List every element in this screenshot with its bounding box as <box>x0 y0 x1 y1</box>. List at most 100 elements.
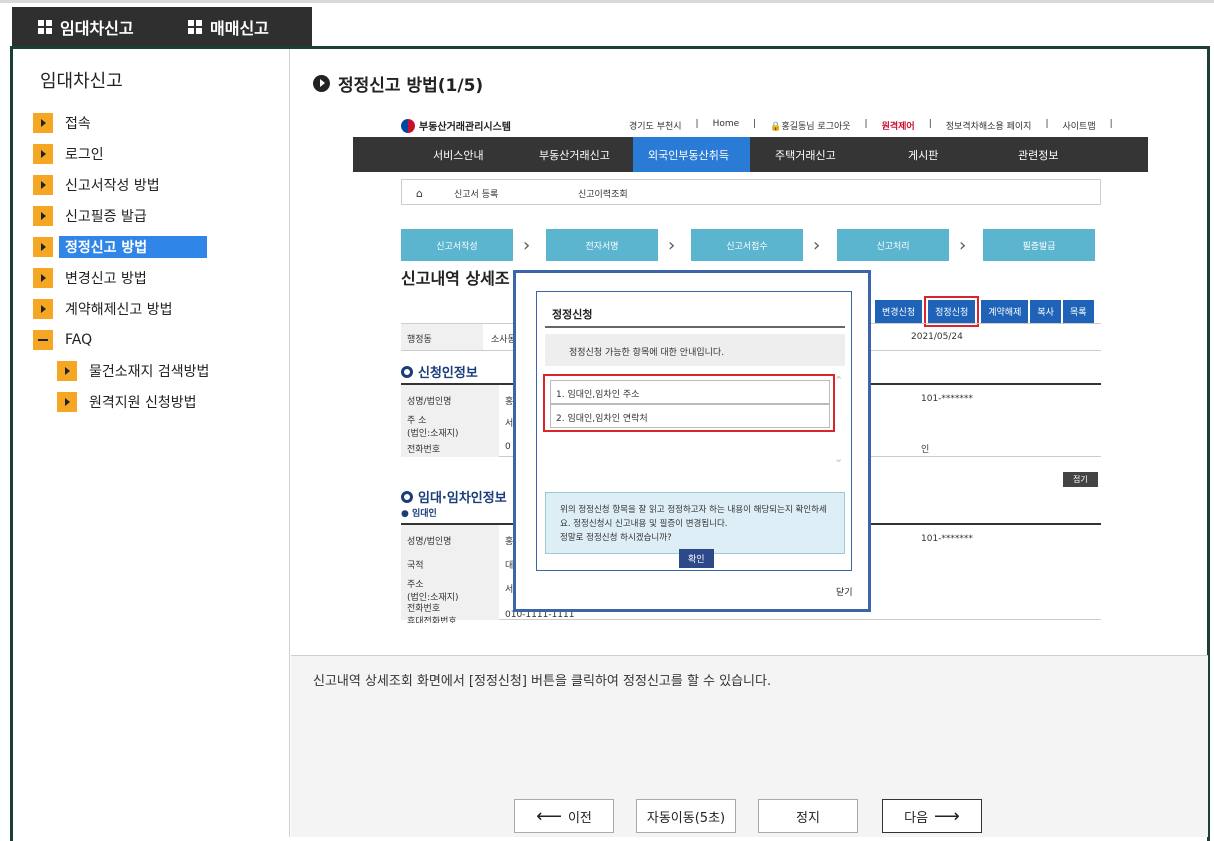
sidebar-item-label: 신고필증 발급 <box>65 208 147 225</box>
tab-label: 매매신고 <box>210 19 269 38</box>
sidebar-item-label: 물건소재지 검색방법 <box>89 363 210 380</box>
step: 필증발급 <box>983 229 1095 261</box>
list-item: 1. 임대인,임차인 주소 <box>550 380 830 404</box>
sidebar-item-address-search[interactable]: 물건소재지 검색방법 <box>33 355 209 386</box>
list-button: 목록 <box>1062 300 1094 323</box>
sidebar-item-change[interactable]: 변경신고 방법 <box>33 262 209 293</box>
modal-info: 정정신청 가능한 항목에 대한 안내입니다. <box>545 334 845 366</box>
arrow-left-icon: ⟵ <box>536 805 562 827</box>
sidebar-item-certificate[interactable]: 신고필증 발급 <box>33 200 209 231</box>
arrow-right-icon <box>33 143 53 164</box>
nav-item: 부동산거래신고 <box>539 149 610 162</box>
list-item: 2. 임대인,임차인 연락처 <box>550 404 830 428</box>
copy-button: 복사 <box>1030 300 1061 323</box>
grid-icon <box>188 20 202 34</box>
sidebar-item-cancel-contract[interactable]: 계약해제신고 방법 <box>33 293 209 324</box>
fold-button: 접기 <box>1063 472 1098 487</box>
sidebar-item-write-report[interactable]: 신고서작성 방법 <box>33 169 209 200</box>
correction-item-list: 1. 임대인,임차인 주소 2. 임대인,임차인 연락처 <box>543 374 835 432</box>
sidebar-item-connect[interactable]: 접속 <box>33 107 209 138</box>
step: 전자서명 <box>546 229 658 261</box>
header-link: Home <box>712 119 740 129</box>
process-steps: 신고서작성 › 전자서명 › 신고서접수 › 신고처리 › 필증발급 <box>401 229 1101 261</box>
chevron-right-icon: › <box>668 235 676 256</box>
top-border <box>0 0 1214 3</box>
sidebar-item-correction[interactable]: 정정신고 방법 <box>33 231 209 262</box>
header-link: 원격제어 <box>881 122 915 132</box>
tab-lease-report[interactable]: 임대차신고 <box>12 7 162 47</box>
section-heading: 신청인정보 <box>401 362 478 381</box>
chevron-right-icon: › <box>523 235 531 256</box>
section-heading: 임대·임차인정보 <box>401 487 507 506</box>
divider <box>545 326 845 328</box>
description-text: 신고내역 상세조회 화면에서 [정정신청] 버튼을 클릭하여 정정신고를 할 수… <box>313 674 772 689</box>
arrow-right-icon <box>33 298 53 319</box>
page-title: 정정신고 방법(1/5) <box>313 71 483 96</box>
prev-button[interactable]: ⟵ 이전 <box>514 799 614 833</box>
stop-button[interactable]: 정지 <box>758 799 858 833</box>
sidebar-item-label: 신고서작성 방법 <box>65 177 160 194</box>
header-link: 정보격차해소용 페이지 <box>945 122 1032 132</box>
tab-sale-report[interactable]: 매매신고 <box>162 7 312 47</box>
correction-request-button: 정정신청 <box>924 296 980 327</box>
arrow-right-icon <box>33 174 53 195</box>
header-link: 사이트맵 <box>1062 122 1096 132</box>
sidebar-item-label: 정정신고 방법 <box>59 235 208 258</box>
arrow-right-icon <box>33 112 53 133</box>
header-link: 경기도 부천시 <box>629 122 682 132</box>
arrow-right-icon <box>33 205 53 226</box>
sidebar-menu: 접속 로그인 신고서작성 방법 신고필증 발급 정정신고 방법 변경신고 방법 … <box>33 107 209 417</box>
arrow-right-icon <box>33 236 53 257</box>
close-button: 닫기 <box>836 588 853 598</box>
scrollbar: ⌃ ⌄ <box>834 374 844 465</box>
correction-modal: 정정신청 정정신청 가능한 항목에 대한 안내입니다. 1. 임대인,임차인 주… <box>513 270 871 612</box>
sub-section-heading: ● 임대인 <box>401 509 437 519</box>
sidebar-item-remote-support[interactable]: 원격지원 신청방법 <box>33 386 209 417</box>
sidebar: 임대차신고 접속 로그인 신고서작성 방법 신고필증 발급 정정신고 방법 변경… <box>13 49 290 837</box>
modal-panel: 정정신청 정정신청 가능한 항목에 대한 안내입니다. 1. 임대인,임차인 주… <box>536 291 852 571</box>
breadcrumb-item: 신고이력조회 <box>578 190 628 200</box>
sidebar-item-label: 접속 <box>65 115 91 132</box>
minus-icon <box>33 329 53 350</box>
top-tabs: 임대차신고 매매신고 <box>12 7 312 47</box>
tab-label: 임대차신고 <box>60 19 134 38</box>
play-circle-icon <box>313 75 330 92</box>
nav-item: 게시판 <box>908 149 939 162</box>
sidebar-title: 임대차신고 <box>40 71 123 92</box>
chevron-right-icon: › <box>959 235 967 256</box>
nav-item: 외국인부동산취득 <box>648 149 729 162</box>
step: 신고서작성 <box>401 229 513 261</box>
grid-icon <box>38 20 52 34</box>
site-header: 부동산거래관리시스템 경기도 부천시 | Home | 🔒홍길동님 로그아웃 | 원격… <box>353 113 1148 137</box>
next-button[interactable]: 다음 ⟶ <box>882 799 982 833</box>
chevron-right-icon: › <box>813 235 821 256</box>
cancel-contract-button: 계약해제 <box>981 300 1029 323</box>
breadcrumb-item: 신고서 등록 <box>454 190 499 200</box>
auto-advance-button[interactable]: 자동이동(5초) <box>636 799 736 833</box>
emblem-icon <box>401 118 415 133</box>
sidebar-item-login[interactable]: 로그인 <box>33 138 209 169</box>
home-icon: ⌂ <box>416 187 423 200</box>
pager: ⟵ 이전 자동이동(5초) 정지 다음 ⟶ <box>514 799 982 833</box>
report-heading: 신고내역 상세조 <box>401 269 510 288</box>
step: 신고서접수 <box>691 229 803 261</box>
modal-note: 위의 정정신청 항목을 잘 읽고 정정하고자 하는 내용이 해당되는지 확인하세… <box>545 492 845 554</box>
sidebar-item-label: 계약해제신고 방법 <box>65 301 173 318</box>
sidebar-item-label: 로그인 <box>65 146 104 163</box>
nav-item: 서비스안내 <box>433 149 484 162</box>
confirm-button: 확인 <box>679 549 714 568</box>
page-title-text: 정정신고 방법(1/5) <box>338 76 484 96</box>
step: 신고처리 <box>837 229 949 261</box>
sidebar-item-label: FAQ <box>65 331 93 348</box>
lock-icon-link: 🔒홍길동님 로그아웃 <box>770 122 851 132</box>
site-nav: 서비스안내 부동산거래신고 외국인부동산취득 주택거래신고 게시판 관련정보 <box>353 137 1148 172</box>
action-buttons: 변경신청 정정신청 계약해제 복사 목록 <box>875 296 1094 327</box>
nav-item: 주택거래신고 <box>775 149 836 162</box>
sidebar-item-faq[interactable]: FAQ <box>33 324 209 355</box>
breadcrumb: ⌂ 신고서 등록 신고이력조회 <box>401 179 1101 205</box>
change-request-button: 변경신청 <box>875 300 923 323</box>
site-logo: 부동산거래관리시스템 <box>401 118 511 133</box>
modal-title: 정정신청 <box>552 308 593 321</box>
header-links: 경기도 부천시 | Home | 🔒홍길동님 로그아웃 | 원격제어 | 정보격차해소용… <box>629 119 1113 132</box>
circle-icon <box>401 490 413 503</box>
